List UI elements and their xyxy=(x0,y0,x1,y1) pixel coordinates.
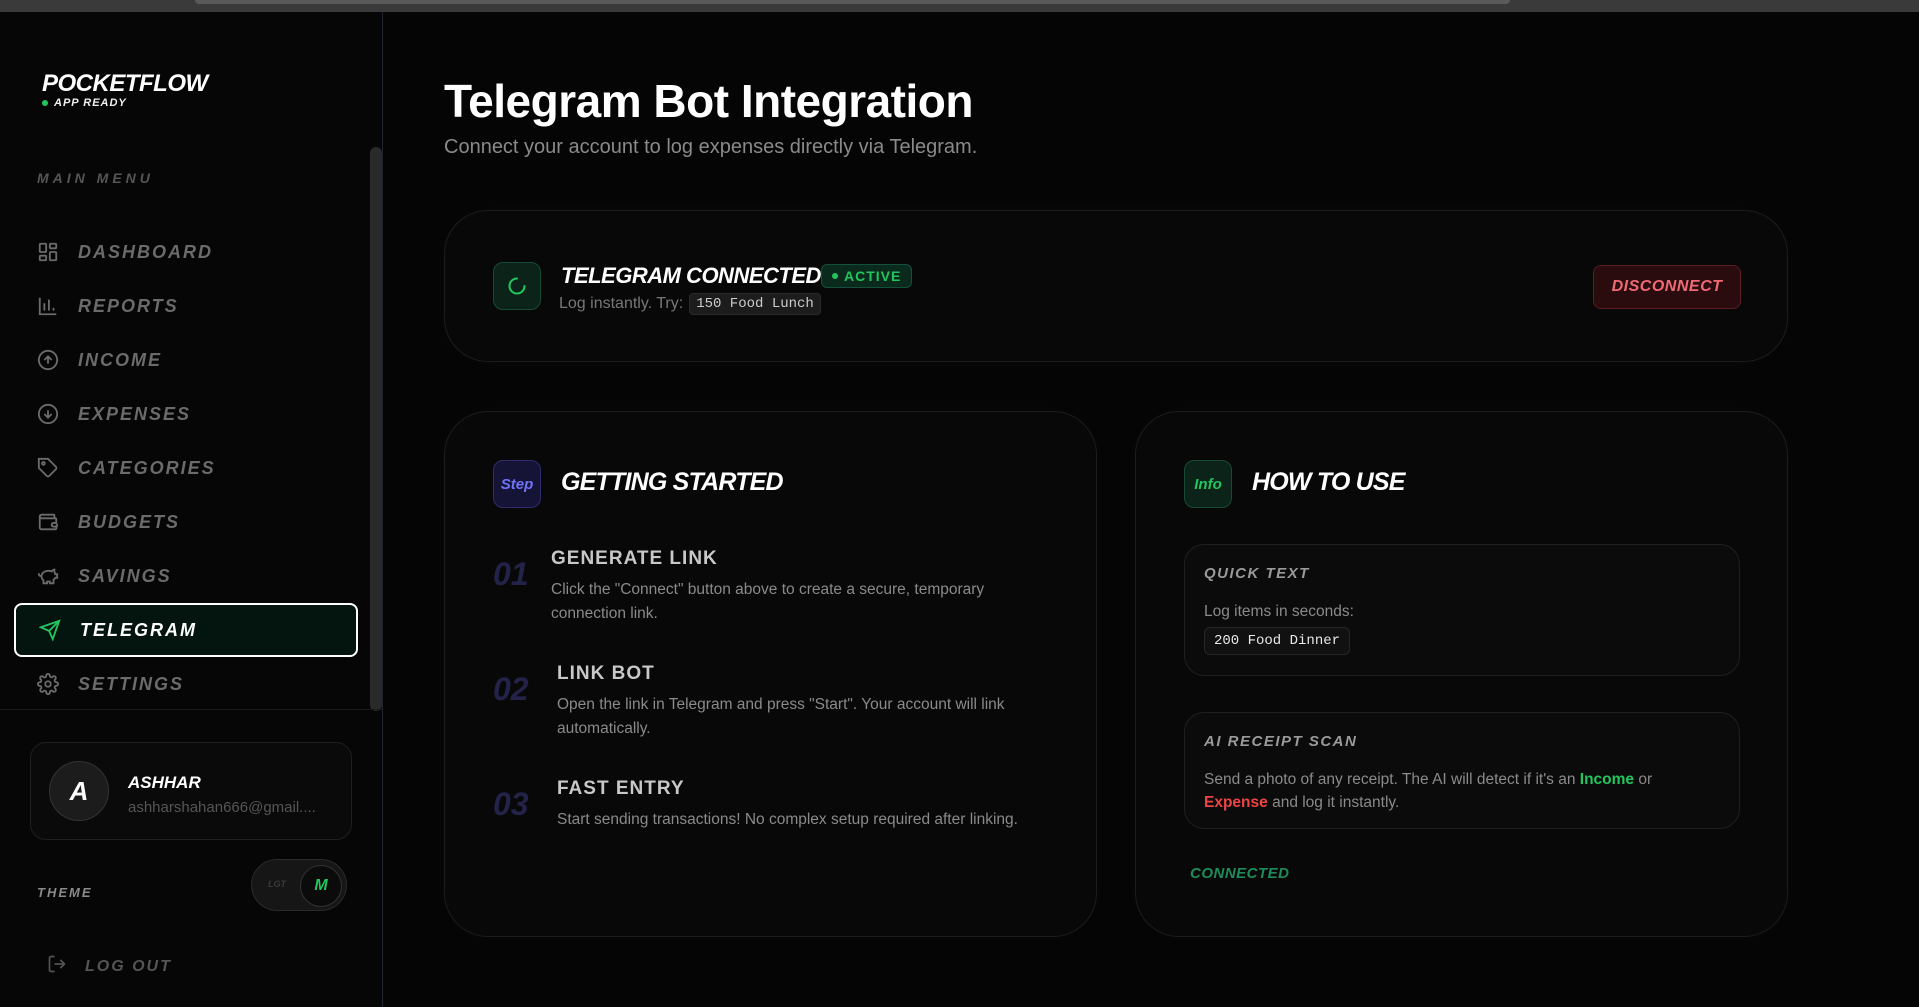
tag-icon xyxy=(36,456,60,480)
ai-scan-text-2: or xyxy=(1634,771,1653,788)
telegram-status-card: TELEGRAM CONNECTED ACTIVE Log instantly.… xyxy=(444,210,1788,362)
sidebar-item-label: REPORTS xyxy=(78,295,179,316)
step-number: 02 xyxy=(493,671,529,707)
menu-heading: MAIN MENU xyxy=(37,170,154,186)
status-hint-code: 150 Food Lunch xyxy=(689,293,821,315)
gear-icon xyxy=(36,672,60,696)
sidebar-item-label: SETTINGS xyxy=(78,673,185,694)
avatar: A xyxy=(49,761,109,821)
status-dot-icon xyxy=(42,100,48,106)
disconnect-button[interactable]: DISCONNECT xyxy=(1593,265,1741,309)
user-profile-card[interactable]: A ASHHAR ashharshahan666@gmail.... xyxy=(30,742,352,840)
browser-top-bar xyxy=(0,0,1919,12)
sidebar-item-label: INCOME xyxy=(78,349,162,370)
status-hint-text: Log instantly. Try: xyxy=(559,295,684,312)
theme-toggle-knob: M xyxy=(300,865,342,907)
logo-status-text: APP READY xyxy=(54,97,127,109)
active-dot-icon xyxy=(832,273,838,279)
theme-toggle-off-text: LGT xyxy=(268,879,286,889)
sidebar-item-savings[interactable]: SAVINGS xyxy=(14,549,358,603)
step-title: FAST ENTRY xyxy=(557,778,685,799)
sidebar-item-label: DASHBOARD xyxy=(78,241,213,262)
logout-button[interactable]: LOG OUT xyxy=(47,954,172,979)
info-chip: Info xyxy=(1184,460,1232,508)
page-subtitle: Connect your account to log expenses dir… xyxy=(444,136,978,158)
sidebar-item-categories[interactable]: CATEGORIES xyxy=(14,441,358,495)
sidebar-item-label: BUDGETS xyxy=(78,511,181,532)
app-logo[interactable]: POCKETFLOW APP READY xyxy=(42,72,208,109)
step-title: GENERATE LINK xyxy=(551,548,718,569)
sidebar-item-label: SAVINGS xyxy=(78,565,172,586)
wallet-icon xyxy=(36,510,60,534)
theme-toggle[interactable]: LGT M xyxy=(251,859,347,911)
ai-receipt-scan-box: AI RECEIPT SCAN Send a photo of any rece… xyxy=(1184,712,1740,829)
ai-scan-text-3: and log it instantly. xyxy=(1267,794,1400,811)
sidebar-item-label: TELEGRAM xyxy=(80,619,197,640)
grid-icon xyxy=(36,240,60,264)
arrow-up-circle-icon xyxy=(36,348,60,372)
piggy-bank-icon xyxy=(36,564,60,588)
ai-scan-text-1: Send a photo of any receipt. The AI will… xyxy=(1204,771,1580,788)
arrow-down-circle-icon xyxy=(36,402,60,426)
step-description: Open the link in Telegram and press "Sta… xyxy=(557,696,1005,737)
income-highlight: Income xyxy=(1579,771,1635,788)
sidebar: POCKETFLOW APP READY MAIN MENU DASHBOARD… xyxy=(0,12,383,1007)
ai-receipt-scan-description: Send a photo of any receipt. The AI will… xyxy=(1204,768,1724,814)
sidebar-item-dashboard[interactable]: DASHBOARD xyxy=(14,225,358,279)
loading-spinner-icon xyxy=(493,262,541,310)
status-title: TELEGRAM CONNECTED xyxy=(561,263,821,288)
quick-text-description: Log items in seconds: xyxy=(1204,603,1354,620)
expense-highlight: Expense xyxy=(1204,794,1268,811)
step-title: LINK BOT xyxy=(557,663,655,684)
sidebar-item-telegram[interactable]: TELEGRAM xyxy=(14,603,358,657)
step-chip: Step xyxy=(493,460,541,508)
status-badge-text: ACTIVE xyxy=(844,268,902,284)
logo-title: POCKETFLOW xyxy=(42,70,208,97)
step-number: 01 xyxy=(493,556,529,592)
user-email: ashharshahan666@gmail.... xyxy=(128,799,316,816)
sidebar-item-reports[interactable]: REPORTS xyxy=(14,279,358,333)
sidebar-item-label: CATEGORIES xyxy=(78,457,216,478)
sidebar-item-budgets[interactable]: BUDGETS xyxy=(14,495,358,549)
how-to-use-card: Info HOW TO USE QUICK TEXT Log items in … xyxy=(1135,411,1788,937)
connected-status-text: CONNECTED xyxy=(1190,865,1290,882)
ai-receipt-scan-title: AI RECEIPT SCAN xyxy=(1204,733,1358,750)
step-number: 03 xyxy=(493,786,529,822)
quick-text-title: QUICK TEXT xyxy=(1204,565,1310,582)
logout-icon xyxy=(47,954,67,979)
step-description: Start sending transactions! No complex s… xyxy=(557,811,1018,828)
sidebar-scrollbar[interactable] xyxy=(370,147,382,711)
browser-url-bar[interactable] xyxy=(195,0,1510,4)
getting-started-card: Step GETTING STARTED 01 GENERATE LINK Cl… xyxy=(444,411,1097,937)
send-icon xyxy=(38,618,62,642)
bar-chart-icon xyxy=(36,294,60,318)
sidebar-item-expenses[interactable]: EXPENSES xyxy=(14,387,358,441)
how-to-use-title: HOW TO USE xyxy=(1252,468,1405,496)
sidebar-nav: DASHBOARD REPORTS INCOME EXPENSES CATEGO… xyxy=(14,225,358,711)
step-description: Click the "Connect" button above to crea… xyxy=(551,581,985,622)
user-name: ASHHAR xyxy=(128,773,201,792)
sidebar-item-income[interactable]: INCOME xyxy=(14,333,358,387)
sidebar-item-settings[interactable]: SETTINGS xyxy=(14,657,358,711)
sidebar-divider xyxy=(0,709,382,710)
status-hint: Log instantly. Try: 150 Food Lunch xyxy=(559,293,821,315)
status-badge: ACTIVE xyxy=(821,264,913,288)
theme-label: THEME xyxy=(37,885,93,900)
sidebar-item-label: EXPENSES xyxy=(78,403,192,424)
getting-started-title: GETTING STARTED xyxy=(561,468,784,496)
quick-text-box: QUICK TEXT Log items in seconds: 200 Foo… xyxy=(1184,544,1740,676)
logout-label: LOG OUT xyxy=(85,957,172,975)
logo-status: APP READY xyxy=(42,97,208,109)
page-title: Telegram Bot Integration xyxy=(444,75,973,127)
quick-text-example-code: 200 Food Dinner xyxy=(1204,627,1351,655)
